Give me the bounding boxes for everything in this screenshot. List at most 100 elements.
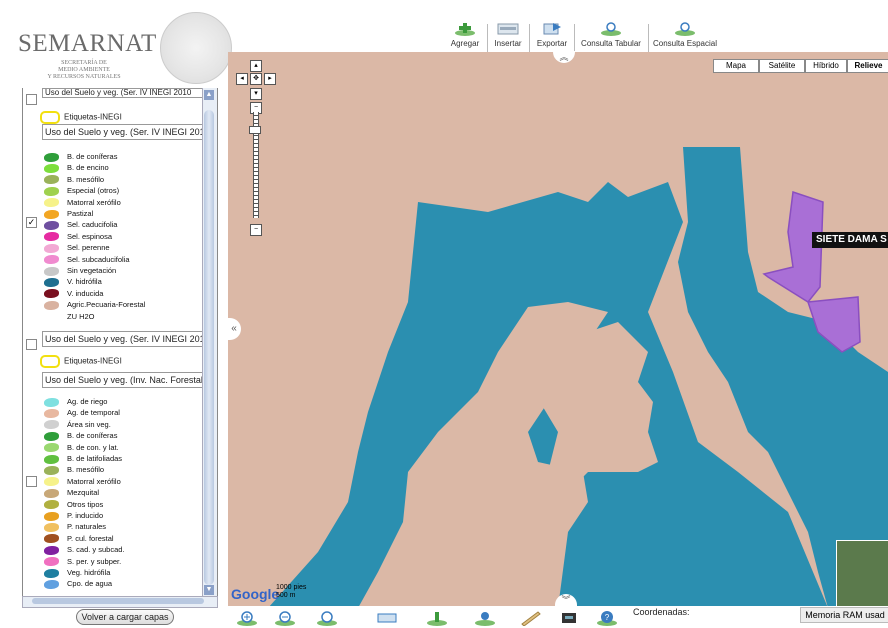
layer-select-2[interactable]: Uso del Suelo y veg. (Ser. IV INEGI 2010 [42, 331, 206, 347]
legend-swatch-icon [44, 300, 59, 310]
toolbar-divider [487, 24, 488, 54]
layer-select-3[interactable]: Uso del Suelo y veg. (Inv. Nac. Forestal… [42, 372, 206, 388]
google-logo: Google [231, 586, 280, 602]
legend-swatch-icon [44, 232, 59, 242]
scroll-up-arrow[interactable]: ▲ [204, 90, 214, 100]
map-scale: 1000 pies 500 m [276, 584, 306, 600]
layer-select[interactable]: Uso del Suelo y veg. (Ser. IV INEGI 2010 [42, 124, 206, 140]
overview-map[interactable] [836, 540, 888, 608]
legend-label: Ag. de riego [67, 397, 108, 406]
legend-swatch-icon [44, 443, 59, 453]
toolbar-divider [648, 24, 649, 54]
scale-meters: 500 m [276, 592, 296, 599]
tabular-query-icon [601, 22, 621, 36]
legend-swatch-icon [44, 163, 59, 173]
legend-item: Sel. subcaducifolia [44, 255, 130, 265]
layer-checkbox-2[interactable] [26, 339, 37, 350]
map-type-satelite[interactable]: Satélite [759, 59, 805, 73]
horizontal-scrollbar-thumb[interactable] [32, 598, 204, 604]
legend-label: ZU H2O [67, 311, 95, 321]
map-feature-label: SIETE DAMA S [812, 232, 888, 248]
ruler-tool-icon[interactable] [520, 610, 542, 626]
legend-item: P. inducido [44, 511, 103, 521]
legend-item: Veg. hidrófila [44, 568, 110, 578]
reload-layers-button[interactable]: Volver a cargar capas [76, 609, 174, 625]
layer-checkbox[interactable] [26, 94, 37, 105]
layer-select-top[interactable]: Uso del Suelo y veg. (Ser. IV INEGI 2010 [42, 88, 206, 98]
exportar-button[interactable]: Exportar [532, 22, 572, 48]
legend-swatch-icon [44, 397, 59, 407]
legend-item: B. de coníferas [44, 152, 117, 162]
zoom-out-tool-icon[interactable] [274, 610, 296, 626]
zoom-box-tool-icon[interactable] [316, 610, 338, 626]
map-type-relieve[interactable]: Relieve [847, 59, 888, 73]
legend-label: Sel. perenne [67, 243, 110, 253]
legend-label: Cpo. de agua [67, 579, 113, 589]
identify-tool-icon[interactable] [426, 610, 448, 626]
labels-layer-title-2: Etiquetas-INEGI [40, 355, 122, 368]
legend-swatch-icon [44, 408, 59, 418]
pan-right-button[interactable]: ▸ [264, 73, 276, 85]
svg-text:?: ? [605, 613, 610, 622]
pan-down-button[interactable]: ▾ [250, 88, 262, 100]
scale-feet: 1000 pies [276, 584, 307, 591]
legend-item: Matorral xerófilo [44, 477, 121, 487]
legend-label: B. mesófilo [67, 465, 105, 475]
layer-checkbox-3[interactable] [26, 476, 37, 487]
legend-swatch-icon [44, 488, 59, 498]
legend-item: Sel. espinosa [44, 232, 112, 242]
zoom-in-tool-icon[interactable] [236, 610, 258, 626]
legend-swatch-icon [44, 465, 59, 475]
legend-swatch-icon [44, 454, 59, 464]
legend-item: S. per. y subper. [44, 557, 121, 567]
export-icon [543, 23, 561, 35]
scroll-down-arrow[interactable]: ▼ [204, 585, 214, 595]
legend-item: Otros tipos [44, 500, 103, 510]
consulta-tabular-button[interactable]: Consulta Tabular [577, 22, 645, 48]
help-tool-icon[interactable]: ? [596, 610, 618, 626]
pan-up-button[interactable]: ▴ [250, 60, 262, 72]
insertar-button[interactable]: Insertar [490, 22, 526, 48]
logo-subtitle: SECRETARÍA DE MEDIO AMBIENTE Y RECURSOS … [14, 60, 154, 81]
land-island [528, 322, 658, 492]
print-tool-icon[interactable] [558, 610, 580, 626]
legend-item: B. mesófilo [44, 175, 104, 185]
consulta-espacial-button[interactable]: Consulta Espacial [651, 22, 719, 48]
legend-label: B. mesófilo [67, 174, 105, 184]
legend-swatch-icon [44, 209, 59, 219]
legend-item: B. mesófilo [44, 465, 104, 475]
info-tool-icon[interactable] [474, 610, 496, 626]
measure-tool-icon[interactable] [376, 610, 398, 626]
legend-swatch-icon [44, 579, 59, 589]
legend-item: Agric.Pecuaria-Forestal [44, 300, 145, 310]
agregar-button[interactable]: Agregar [445, 22, 485, 48]
legend-label: Área sin veg. [67, 419, 111, 429]
scrollbar-thumb[interactable] [204, 110, 214, 585]
map-type-hibrido[interactable]: Híbrido [805, 59, 847, 73]
legend-label: Matorral xerófilo [67, 197, 121, 207]
label-layer-icon [40, 355, 60, 368]
pan-left-button[interactable]: ◂ [236, 73, 248, 85]
pan-center-button[interactable]: ✥ [250, 73, 262, 85]
layer-checkbox-1[interactable]: ✓ [26, 217, 37, 228]
legend-label: Sel. espinosa [67, 231, 113, 241]
legend-swatch-icon [44, 289, 59, 299]
legend-swatch-icon [44, 477, 59, 487]
legend-item: S. cad. y subcad. [44, 545, 125, 555]
legend-swatch-icon [44, 255, 59, 265]
map-type-mapa[interactable]: Mapa [713, 59, 759, 73]
toolbar-divider [529, 24, 530, 54]
legend-label: Matorral xerófilo [67, 476, 121, 486]
zoom-slider-handle[interactable] [249, 126, 261, 134]
legend-item: Sel. perenne [44, 243, 110, 253]
legend-label: B. de coníferas [67, 152, 118, 161]
legend-item: V. hidrófila [44, 277, 102, 287]
zoom-out-button[interactable]: − [250, 224, 262, 236]
map-canvas[interactable] [228, 52, 888, 608]
legend-swatch-icon [44, 534, 59, 544]
legend-swatch-icon [44, 186, 59, 196]
legend-label: Mezquital [67, 488, 100, 498]
toolbar-divider [574, 24, 575, 54]
legend-item: Cpo. de agua [44, 579, 112, 589]
legend-item: V. inducida [44, 289, 103, 299]
